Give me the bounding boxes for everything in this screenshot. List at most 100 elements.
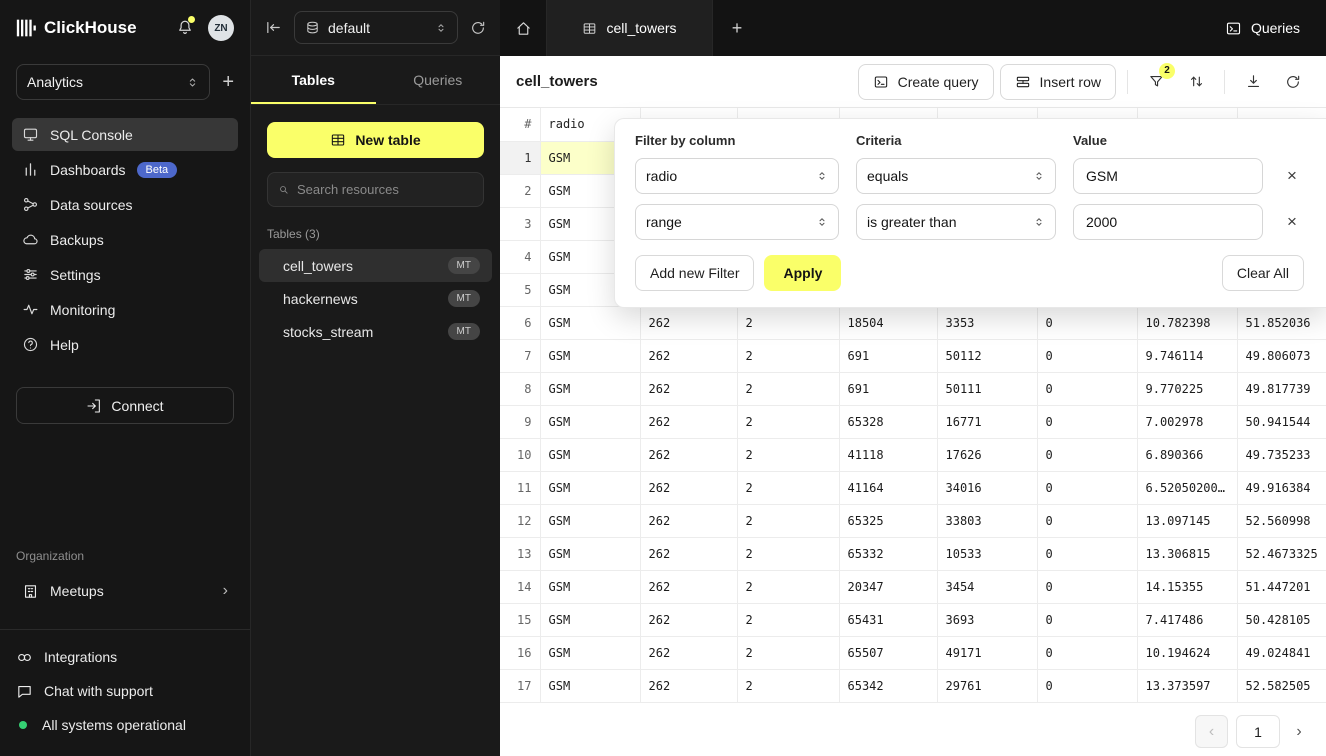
data-cell[interactable]: 0: [1037, 438, 1137, 471]
data-cell[interactable]: 10533: [937, 537, 1037, 570]
data-cell[interactable]: 49171: [937, 636, 1037, 669]
create-query-button[interactable]: Create query: [858, 64, 994, 100]
data-cell[interactable]: 262: [640, 603, 737, 636]
table-row[interactable]: 10GSM2622411181762606.89036649.735233: [500, 438, 1326, 471]
apply-filters-button[interactable]: Apply: [764, 255, 841, 291]
table-row[interactable]: 6GSM2622185043353010.78239851.852036: [500, 306, 1326, 339]
data-cell[interactable]: 2: [737, 570, 839, 603]
table-row[interactable]: 11GSM2622411643401606.52050200…49.916384: [500, 471, 1326, 504]
data-cell[interactable]: 65431: [839, 603, 937, 636]
data-cell[interactable]: 34016: [937, 471, 1037, 504]
table-row[interactable]: 7GSM26226915011209.74611449.806073: [500, 339, 1326, 372]
data-cell[interactable]: 0: [1037, 570, 1137, 603]
data-cell[interactable]: GSM: [540, 537, 640, 570]
data-cell[interactable]: GSM: [540, 570, 640, 603]
previous-page-button[interactable]: ‹: [1195, 715, 1228, 748]
chat-support-link[interactable]: Chat with support: [16, 676, 234, 706]
data-cell[interactable]: 20347: [839, 570, 937, 603]
data-cell[interactable]: GSM: [540, 669, 640, 702]
table-row[interactable]: 13GSM26226533210533013.30681552.4673325: [500, 537, 1326, 570]
tab-tables[interactable]: Tables: [251, 56, 376, 104]
data-cell[interactable]: GSM: [540, 636, 640, 669]
data-cell[interactable]: 0: [1037, 636, 1137, 669]
table-row[interactable]: 8GSM26226915011109.77022549.817739: [500, 372, 1326, 405]
data-cell[interactable]: 0: [1037, 603, 1137, 636]
data-cell[interactable]: 0: [1037, 405, 1137, 438]
data-cell[interactable]: 262: [640, 537, 737, 570]
data-cell[interactable]: 50.428105: [1237, 603, 1326, 636]
data-cell[interactable]: 65342: [839, 669, 937, 702]
data-cell[interactable]: 0: [1037, 306, 1137, 339]
data-cell[interactable]: 262: [640, 471, 737, 504]
data-cell[interactable]: 50111: [937, 372, 1037, 405]
data-cell[interactable]: GSM: [540, 405, 640, 438]
data-cell[interactable]: 49.916384: [1237, 471, 1326, 504]
table-list-item-cell-towers[interactable]: cell_towers MT: [259, 249, 492, 282]
filter-column-select-2[interactable]: range: [635, 204, 839, 240]
data-cell[interactable]: 2: [737, 669, 839, 702]
data-cell[interactable]: 262: [640, 339, 737, 372]
database-select[interactable]: default: [294, 11, 458, 44]
data-cell[interactable]: 691: [839, 372, 937, 405]
sort-button[interactable]: [1179, 64, 1213, 100]
avatar[interactable]: ZN: [208, 15, 234, 41]
data-cell[interactable]: 6.890366: [1137, 438, 1237, 471]
filter-column-select-1[interactable]: radio: [635, 158, 839, 194]
data-cell[interactable]: 2: [737, 438, 839, 471]
add-workspace-button[interactable]: +: [222, 72, 234, 92]
notifications-button[interactable]: [176, 19, 194, 37]
filter-value-input-2[interactable]: [1073, 204, 1263, 240]
filter-criteria-select-1[interactable]: equals: [856, 158, 1056, 194]
data-cell[interactable]: 65325: [839, 504, 937, 537]
search-input[interactable]: [297, 182, 473, 197]
data-cell[interactable]: 2: [737, 339, 839, 372]
data-cell[interactable]: 262: [640, 504, 737, 537]
sidebar-item-data-sources[interactable]: Data sources: [12, 188, 238, 221]
home-tab[interactable]: [500, 0, 547, 56]
table-row[interactable]: 16GSM26226550749171010.19462449.024841: [500, 636, 1326, 669]
data-cell[interactable]: GSM: [540, 438, 640, 471]
data-cell[interactable]: 51.447201: [1237, 570, 1326, 603]
data-cell[interactable]: 262: [640, 570, 737, 603]
data-cell[interactable]: 0: [1037, 669, 1137, 702]
data-cell[interactable]: 49.806073: [1237, 339, 1326, 372]
data-cell[interactable]: 65507: [839, 636, 937, 669]
data-cell[interactable]: 3693: [937, 603, 1037, 636]
system-status-link[interactable]: All systems operational: [16, 710, 234, 740]
sidebar-item-sql-console[interactable]: SQL Console: [12, 118, 238, 151]
filter-button[interactable]: 2: [1139, 64, 1173, 100]
data-cell[interactable]: 7.002978: [1137, 405, 1237, 438]
data-cell[interactable]: 9.770225: [1137, 372, 1237, 405]
table-row[interactable]: 14GSM2622203473454014.1535551.447201: [500, 570, 1326, 603]
download-button[interactable]: [1236, 64, 1270, 100]
data-cell[interactable]: 50112: [937, 339, 1037, 372]
sidebar-item-backups[interactable]: Backups: [12, 223, 238, 256]
new-tab-button[interactable]: +: [713, 0, 761, 56]
filter-criteria-select-2[interactable]: is greater than: [856, 204, 1056, 240]
data-cell[interactable]: 10.782398: [1137, 306, 1237, 339]
table-list-item-stocks-stream[interactable]: stocks_stream MT: [259, 315, 492, 348]
sidebar-item-meetups[interactable]: Meetups ›: [12, 573, 238, 609]
data-cell[interactable]: 13.097145: [1137, 504, 1237, 537]
integrations-link[interactable]: Integrations: [16, 642, 234, 672]
table-row[interactable]: 9GSM2622653281677107.00297850.941544: [500, 405, 1326, 438]
data-cell[interactable]: 17626: [937, 438, 1037, 471]
data-cell[interactable]: GSM: [540, 603, 640, 636]
data-cell[interactable]: 262: [640, 438, 737, 471]
data-cell[interactable]: 2: [737, 636, 839, 669]
data-cell[interactable]: GSM: [540, 339, 640, 372]
data-cell[interactable]: 52.582505: [1237, 669, 1326, 702]
data-cell[interactable]: 2: [737, 405, 839, 438]
remove-filter-button-2[interactable]: ×: [1280, 212, 1304, 232]
data-cell[interactable]: GSM: [540, 372, 640, 405]
data-cell[interactable]: 2: [737, 372, 839, 405]
data-cell[interactable]: 0: [1037, 504, 1137, 537]
data-cell[interactable]: 262: [640, 372, 737, 405]
data-cell[interactable]: 3353: [937, 306, 1037, 339]
data-cell[interactable]: 33803: [937, 504, 1037, 537]
data-cell[interactable]: 18504: [839, 306, 937, 339]
data-cell[interactable]: 65332: [839, 537, 937, 570]
remove-filter-button-1[interactable]: ×: [1280, 166, 1304, 186]
data-cell[interactable]: 3454: [937, 570, 1037, 603]
data-cell[interactable]: 13.373597: [1137, 669, 1237, 702]
